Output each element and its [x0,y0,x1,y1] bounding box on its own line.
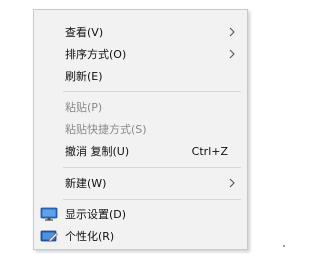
menu-item-personalize[interactable]: 个性化(R) [34,225,247,247]
menu-item-label: 粘贴快捷方式(S) [65,123,147,136]
menu-item-new[interactable]: 新建(W) [34,172,247,194]
monitor-icon [40,207,58,221]
menu-item-paste: 粘贴(P) [34,96,247,118]
menu-item-display-settings[interactable]: 显示设置(D) [34,203,247,225]
decorative-dot [283,245,285,247]
menu-item-label: 粘贴(P) [65,101,103,114]
menu-item-label: 刷新(E) [65,70,103,83]
menu-item-label: 个性化(R) [65,230,115,243]
menu-item-label: 撤消 复制(U) [65,145,130,158]
menu-item-label: 查看(V) [65,26,104,39]
menu-item-view[interactable]: 查看(V) [34,21,247,43]
menu-item-label: 排序方式(O) [65,48,127,61]
menu-item-sort-by[interactable]: 排序方式(O) [34,43,247,65]
chevron-right-icon [229,178,235,188]
menu-item-label: 显示设置(D) [65,208,127,221]
menu-item-shortcut: Ctrl+Z [191,144,228,158]
menu-item-undo-copy[interactable]: 撤消 复制(U) Ctrl+Z [34,140,247,162]
menu-item-refresh[interactable]: 刷新(E) [34,65,247,87]
personalize-icon [40,230,58,242]
menu-item-label: 新建(W) [65,177,107,190]
menu-separator [63,199,241,200]
chevron-right-icon [229,27,235,37]
menu-item-paste-shortcut: 粘贴快捷方式(S) [34,118,247,140]
menu-separator [63,167,241,168]
chevron-right-icon [229,49,235,59]
menu-separator [63,91,241,92]
desktop-context-menu: 查看(V) 排序方式(O) 刷新(E) 粘贴(P) 粘贴快捷方式(S) 撤消 复… [33,9,248,250]
